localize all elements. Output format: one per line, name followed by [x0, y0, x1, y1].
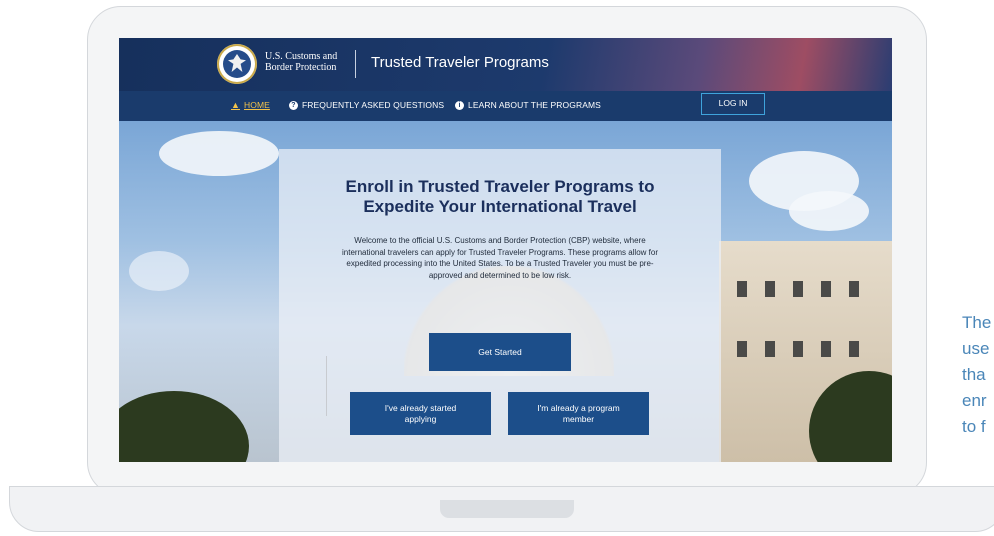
window — [765, 341, 775, 357]
window — [821, 281, 831, 297]
header-divider — [355, 50, 356, 78]
hero-section: Enroll in Trusted Traveler Programs to E… — [119, 121, 892, 462]
hero-title-line2: Expedite Your International Travel — [363, 197, 637, 216]
window — [821, 341, 831, 357]
program-member-line1: I'm already a program — [537, 402, 620, 413]
enroll-card: Enroll in Trusted Traveler Programs to E… — [279, 149, 721, 462]
question-circle-icon: ? — [289, 100, 298, 110]
already-started-line1: I've already started — [384, 402, 457, 413]
nav-learn-label: LEARN ABOUT THE PROGRAMS — [468, 100, 601, 110]
nav-learn-link[interactable]: i LEARN ABOUT THE PROGRAMS — [455, 100, 601, 110]
laptop-notch — [440, 500, 574, 518]
hero-title-line1: Enroll in Trusted Traveler Programs to — [345, 177, 655, 196]
agency-name-line2: Border Protection — [265, 62, 337, 73]
window — [793, 281, 803, 297]
window — [737, 341, 747, 357]
login-button[interactable]: LOG IN — [701, 93, 765, 115]
side-caption-line: tha — [962, 365, 986, 384]
home-icon: ▲ — [231, 100, 241, 110]
nav-home-label: HOME — [244, 100, 270, 110]
window — [765, 281, 775, 297]
hero-title: Enroll in Trusted Traveler Programs to E… — [279, 177, 721, 217]
laptop-screen: U.S. Customs and Border Protection Trust… — [119, 38, 892, 462]
agency-name-line1: U.S. Customs and — [265, 51, 338, 62]
program-member-line2: member — [562, 413, 595, 424]
side-caption-line: The — [962, 313, 992, 332]
already-started-line2: applying — [404, 413, 437, 424]
program-member-button[interactable]: I'm already a program member — [508, 392, 649, 435]
cloud — [789, 191, 869, 231]
tree — [119, 391, 249, 462]
main-nav: ▲ HOME ? FREQUENTLY ASKED QUESTIONS i LE… — [119, 91, 892, 121]
side-caption: The use tha enr to f — [962, 310, 994, 440]
side-caption-line: use — [962, 339, 990, 358]
window — [849, 281, 859, 297]
cloud — [129, 251, 189, 291]
already-started-button[interactable]: I've already started applying — [350, 392, 491, 435]
dhs-seal-icon[interactable] — [217, 44, 257, 84]
nav-home-link[interactable]: ▲ HOME — [231, 100, 270, 110]
side-caption-line: enr — [962, 391, 987, 410]
agency-name[interactable]: U.S. Customs and Border Protection — [265, 51, 337, 73]
info-circle-icon: i — [455, 100, 464, 110]
hero-description: Welcome to the official U.S. Customs and… — [342, 236, 658, 280]
site-title[interactable]: Trusted Traveler Programs — [371, 54, 549, 71]
site-header: U.S. Customs and Border Protection Trust… — [119, 38, 892, 91]
window — [737, 281, 747, 297]
get-started-button[interactable]: Get Started — [429, 333, 571, 371]
cloud — [159, 131, 279, 176]
nav-faq-link[interactable]: ? FREQUENTLY ASKED QUESTIONS — [289, 100, 444, 110]
side-caption-line: to f — [962, 417, 986, 436]
window — [849, 341, 859, 357]
window — [793, 341, 803, 357]
nav-faq-label: FREQUENTLY ASKED QUESTIONS — [302, 100, 445, 110]
